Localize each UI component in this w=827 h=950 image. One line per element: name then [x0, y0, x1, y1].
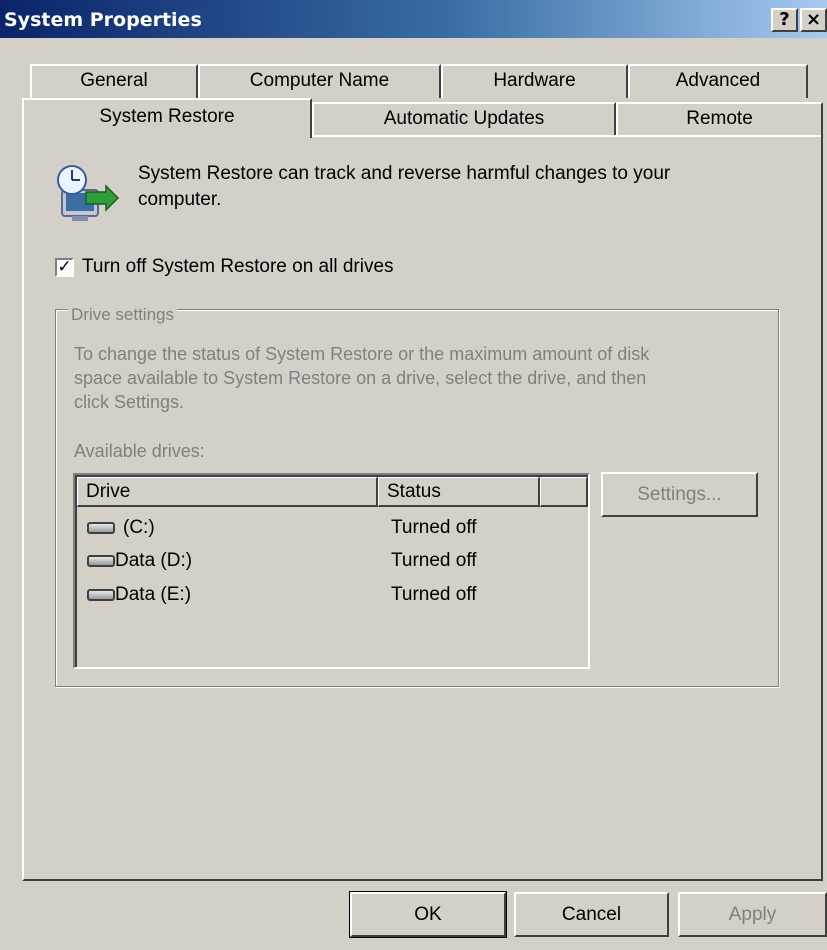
drive-status: Turned off	[391, 550, 477, 571]
tab-hardware[interactable]: Hardware	[441, 64, 628, 98]
ok-button[interactable]: OK	[349, 891, 507, 938]
turn-off-system-restore-label[interactable]: Turn off System Restore on all drives	[82, 256, 394, 278]
available-drives-label: Available drives:	[74, 441, 205, 461]
drive-settings-instructions: To change the status of System Restore o…	[74, 344, 650, 412]
drive-status: Turned off	[391, 584, 477, 605]
system-restore-icon	[50, 162, 120, 224]
close-button[interactable]: ×	[800, 8, 827, 32]
drive-settings-legend: Drive settings	[68, 306, 177, 324]
drive-status: Turned off	[391, 517, 477, 538]
cancel-button[interactable]: Cancel	[514, 892, 669, 937]
tab-system-restore[interactable]: System Restore	[22, 98, 312, 138]
settings-button[interactable]: Settings...	[601, 472, 758, 517]
column-header-drive[interactable]: Drive	[77, 477, 378, 507]
window-title: System Properties	[4, 9, 202, 31]
hard-drive-icon	[87, 589, 115, 601]
turn-off-system-restore-checkbox[interactable]: ✓	[55, 258, 74, 277]
title-bar[interactable]: System Properties ? ×	[0, 0, 827, 38]
tab-general[interactable]: General	[30, 64, 198, 98]
column-header-status[interactable]: Status	[378, 477, 540, 507]
drive-row[interactable]: Data (E:) Turned off	[85, 580, 585, 610]
drive-name: Data (E:)	[115, 584, 192, 605]
drive-row[interactable]: (C:) Turned off	[85, 513, 585, 543]
description-text: System Restore can track and reverse har…	[138, 163, 671, 210]
hard-drive-icon	[87, 522, 115, 534]
drive-row[interactable]: Data (D:) Turned off	[85, 546, 585, 576]
hard-drive-icon	[87, 555, 115, 567]
apply-button[interactable]: Apply	[678, 892, 827, 937]
column-header-blank[interactable]	[540, 477, 588, 507]
drive-name: Data (D:)	[115, 550, 193, 571]
help-button[interactable]: ?	[771, 8, 798, 32]
tab-advanced[interactable]: Advanced	[628, 64, 808, 98]
drive-name: (C:)	[123, 517, 155, 538]
drives-list[interactable]: Drive Status (C:) Turned off Data (D:) T…	[73, 473, 590, 669]
tab-automatic-updates[interactable]: Automatic Updates	[312, 102, 616, 135]
tab-computer-name[interactable]: Computer Name	[198, 64, 441, 98]
tab-remote[interactable]: Remote	[616, 102, 823, 135]
